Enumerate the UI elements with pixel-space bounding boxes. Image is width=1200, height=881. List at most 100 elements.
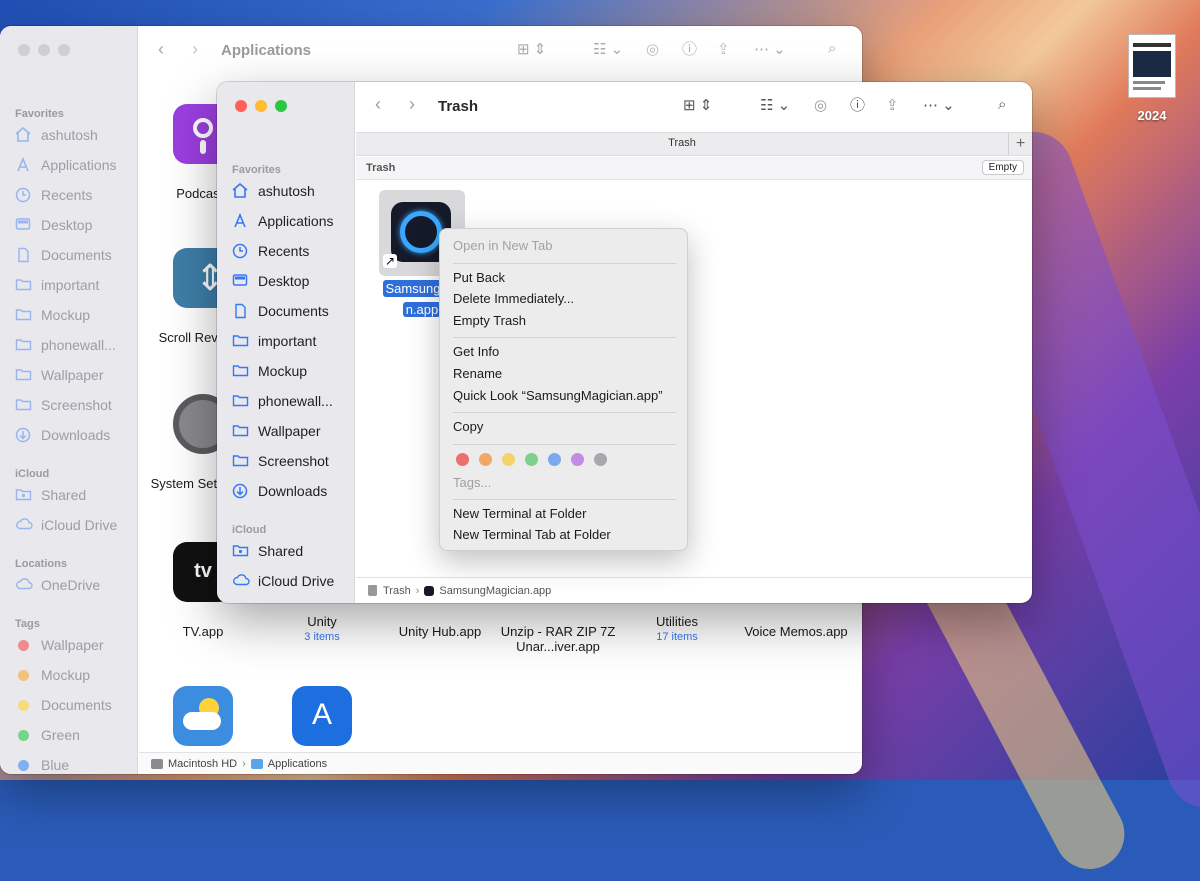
desktop-file[interactable]: 2024 bbox=[1126, 34, 1178, 130]
close-button[interactable] bbox=[235, 100, 247, 112]
sidebar-item-downloads[interactable]: Downloads bbox=[15, 427, 110, 443]
applications-icon bbox=[15, 156, 33, 173]
menu-item-quick-look-samsungmagician-app[interactable]: Quick Look “SamsungMagician.app” bbox=[453, 388, 663, 403]
sidebar-item-label: Recents bbox=[258, 243, 310, 259]
view-grid-icon[interactable]: ⊞ ⇕ bbox=[517, 41, 546, 59]
sidebar-item-ashutosh[interactable]: ashutosh bbox=[15, 126, 98, 143]
sidebar-item-mockup[interactable]: Mockup bbox=[15, 307, 90, 323]
app-item-xcode[interactable]: A bbox=[257, 686, 387, 746]
app-item-weather[interactable] bbox=[138, 686, 268, 746]
search-icon[interactable]: ⌕ bbox=[828, 40, 836, 58]
sidebar-item-mockup[interactable]: Mockup bbox=[15, 667, 90, 683]
back-arrow-icon[interactable]: ‹ bbox=[375, 95, 381, 113]
sidebar-item-wallpaper[interactable]: Wallpaper bbox=[15, 637, 104, 653]
menu-item-rename[interactable]: Rename bbox=[453, 366, 502, 381]
sidebar-item-blue[interactable]: Blue bbox=[15, 757, 69, 773]
sidebar-item-screenshot[interactable]: Screenshot bbox=[232, 453, 329, 469]
new-tab-button[interactable]: + bbox=[1008, 133, 1032, 155]
sidebar-item-desktop[interactable]: Desktop bbox=[232, 273, 309, 289]
tag-color-dot[interactable] bbox=[502, 452, 515, 466]
sidebar-item-screenshot[interactable]: Screenshot bbox=[15, 397, 112, 413]
menu-item-tags[interactable]: Tags... bbox=[453, 475, 491, 490]
tag-color-dot[interactable] bbox=[594, 452, 607, 466]
tag-color-dot[interactable] bbox=[479, 452, 492, 466]
disk-icon bbox=[151, 758, 163, 769]
app-small-icon bbox=[424, 585, 435, 596]
minimize-button[interactable] bbox=[255, 100, 267, 112]
sidebar-item-desktop[interactable]: Desktop bbox=[15, 217, 92, 233]
sidebar-item-applications[interactable]: Applications bbox=[15, 156, 117, 173]
trash-bar: Trash Empty bbox=[356, 157, 1032, 180]
info-icon[interactable]: ⓘ bbox=[682, 41, 697, 59]
zoom-button[interactable] bbox=[275, 100, 287, 112]
context-menu: Open in New Tab Put Back Delete Immediatel… bbox=[439, 228, 688, 551]
sidebar-item-icloud-drive[interactable]: iCloud Drive bbox=[232, 573, 334, 589]
sidebar-item-documents[interactable]: Documents bbox=[232, 303, 329, 319]
share-icon[interactable]: ⇪ bbox=[886, 97, 899, 115]
forward-arrow-icon[interactable]: › bbox=[409, 95, 415, 113]
tab-trash[interactable]: Trash bbox=[356, 137, 1008, 149]
sidebar-item-wallpaper[interactable]: Wallpaper bbox=[232, 423, 321, 439]
sidebar-item-shared[interactable]: Shared bbox=[15, 487, 86, 503]
tag-color-dot[interactable] bbox=[456, 452, 469, 466]
more-icon[interactable]: ⋯ ⌄ bbox=[754, 41, 786, 59]
sidebar-item-wallpaper[interactable]: Wallpaper bbox=[15, 367, 104, 383]
view-grid-icon[interactable]: ⊞ ⇕ bbox=[683, 97, 712, 115]
sidebar-item-documents[interactable]: Documents bbox=[15, 247, 112, 263]
clock-icon bbox=[232, 243, 250, 259]
sidebar-item-onedrive[interactable]: OneDrive bbox=[15, 577, 100, 593]
share-icon[interactable]: ⇪ bbox=[717, 41, 730, 59]
sidebar-item-phonewall[interactable]: phonewall... bbox=[232, 393, 333, 409]
empty-button[interactable]: Empty bbox=[981, 160, 1024, 175]
menu-separator bbox=[453, 262, 676, 264]
path-item-app[interactable]: SamsungMagician.app bbox=[439, 585, 551, 597]
sidebar-item-mockup[interactable]: Mockup bbox=[232, 363, 307, 379]
zoom-button[interactable] bbox=[58, 44, 70, 56]
close-button[interactable] bbox=[18, 44, 30, 56]
menu-item-copy[interactable]: Copy bbox=[453, 419, 483, 434]
menu-item-get-info[interactable]: Get Info bbox=[453, 344, 499, 359]
sidebar-item-icloud-drive[interactable]: iCloud Drive bbox=[15, 517, 117, 533]
path-item-applications[interactable]: Applications bbox=[268, 758, 327, 770]
folder-icon bbox=[15, 277, 33, 293]
sidebar-item-label: Recents bbox=[41, 187, 93, 203]
group-icon[interactable]: ☷ ⌄ bbox=[760, 97, 790, 115]
menu-item-new-terminal-tab-at-folder[interactable]: New Terminal Tab at Folder bbox=[453, 527, 611, 542]
search-icon[interactable]: ⌕ bbox=[998, 96, 1006, 114]
menu-item-new-terminal-at-folder[interactable]: New Terminal at Folder bbox=[453, 506, 586, 521]
tag-color-dot[interactable] bbox=[525, 452, 538, 466]
sidebar-item-recents[interactable]: Recents bbox=[232, 243, 309, 259]
sidebar-section-icloud: iCloud bbox=[232, 524, 267, 536]
minimize-button[interactable] bbox=[38, 44, 50, 56]
more-icon[interactable]: ⋯ ⌄ bbox=[923, 97, 955, 115]
sidebar-item-green[interactable]: Green bbox=[15, 727, 80, 743]
app-label: Voice Memos.app bbox=[744, 624, 848, 639]
path-item-disk[interactable]: Macintosh HD bbox=[168, 758, 237, 770]
tag-color-dot[interactable] bbox=[571, 452, 584, 466]
sidebar-item-downloads[interactable]: Downloads bbox=[232, 483, 327, 499]
sidebar-section-tags: Tags bbox=[15, 618, 40, 630]
back-arrow-icon[interactable]: ‹ bbox=[158, 40, 164, 58]
path-item-trash[interactable]: Trash bbox=[383, 585, 411, 597]
sidebar-item-important[interactable]: important bbox=[232, 333, 316, 349]
tag-color-dot[interactable] bbox=[548, 452, 561, 466]
sidebar-item-ashutosh[interactable]: ashutosh bbox=[232, 182, 315, 199]
menu-item-put-back[interactable]: Put Back bbox=[453, 270, 505, 285]
airdrop-icon[interactable]: ◎ bbox=[814, 97, 827, 115]
menu-item-empty-trash[interactable]: Empty Trash bbox=[453, 313, 526, 328]
sidebar-item-important[interactable]: important bbox=[15, 277, 99, 293]
sidebar-item-shared[interactable]: Shared bbox=[232, 543, 303, 559]
sidebar-item-phonewall[interactable]: phonewall... bbox=[15, 337, 116, 353]
sidebar-item-label: Blue bbox=[41, 757, 70, 773]
info-icon[interactable]: ⓘ bbox=[850, 97, 865, 115]
shared-folder-icon bbox=[232, 543, 250, 559]
sidebar-item-recents[interactable]: Recents bbox=[15, 187, 92, 203]
menu-item-delete-immediately[interactable]: Delete Immediately... bbox=[453, 291, 574, 306]
group-icon[interactable]: ☷ ⌄ bbox=[593, 41, 623, 59]
sidebar-item-documents[interactable]: Documents bbox=[15, 697, 112, 713]
sidebar-item-applications[interactable]: Applications bbox=[232, 212, 334, 229]
airdrop-icon[interactable]: ◎ bbox=[646, 41, 659, 59]
folder-icon bbox=[15, 367, 33, 383]
forward-arrow-icon[interactable]: › bbox=[192, 40, 198, 58]
desktop-icon bbox=[232, 273, 250, 289]
